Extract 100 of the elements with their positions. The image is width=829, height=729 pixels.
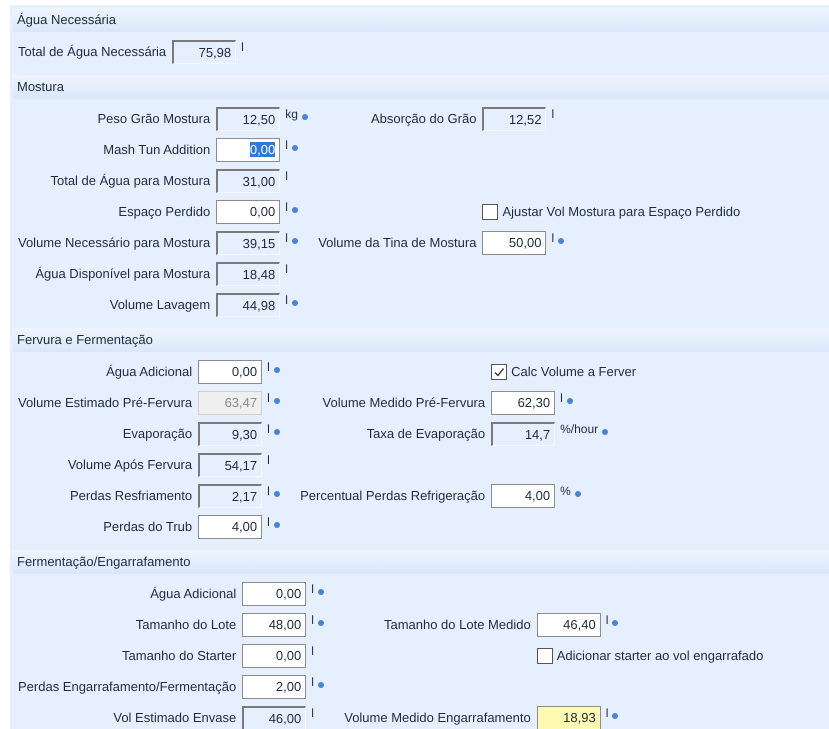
info-icon[interactable]: [318, 682, 324, 688]
section-header: Mostura: [13, 75, 829, 99]
info-icon[interactable]: [566, 398, 573, 404]
info-icon[interactable]: [274, 398, 280, 404]
input-field[interactable]: 12,52: [482, 106, 546, 130]
input-field[interactable]: 0,00: [242, 644, 306, 668]
field-label: Volume da Tina de Mostura: [318, 235, 476, 250]
unit-label: l: [267, 484, 270, 498]
input-field[interactable]: 44,98: [216, 292, 280, 316]
input-field[interactable]: 62,30: [491, 390, 556, 414]
unit-label: l: [311, 644, 314, 658]
field-label: Percentual Perdas Refrigeração: [300, 488, 486, 503]
info-icon[interactable]: [318, 589, 324, 595]
field-label: Tamanho do Starter: [122, 648, 236, 663]
section-header: Fervura e Fermentação: [13, 328, 829, 352]
field-label: Taxa de Evaporação: [366, 426, 486, 441]
field-label: Perdas Engarrafamento/Fermentação: [18, 679, 236, 694]
input-field[interactable]: 18,93: [536, 706, 601, 729]
info-icon[interactable]: [318, 620, 324, 626]
checkmark-icon: [493, 366, 506, 378]
unit-label: l: [285, 200, 288, 214]
input-field[interactable]: 0,00: [216, 138, 280, 162]
info-icon[interactable]: [274, 491, 280, 497]
checkbox[interactable]: [482, 204, 498, 220]
field-label: Vol Estimado Envase: [113, 710, 236, 725]
input-field[interactable]: 14,7: [491, 422, 556, 446]
input-field[interactable]: 46,40: [536, 612, 601, 636]
input-field[interactable]: 39,15: [216, 230, 280, 254]
field-label: Volume Necessário para Mostura: [18, 235, 210, 250]
info-icon[interactable]: [274, 522, 280, 528]
info-icon[interactable]: [574, 491, 581, 497]
field-label: Volume Estimado Pré-Fervura: [18, 395, 192, 410]
unit-label: l: [551, 231, 554, 245]
field-label: Volume Lavagem: [110, 297, 210, 312]
checkbox[interactable]: [491, 364, 508, 380]
field-label: Água Adicional: [150, 586, 236, 601]
unit-label: l: [311, 706, 314, 720]
info-icon[interactable]: [558, 238, 564, 244]
info-icon[interactable]: [274, 429, 280, 435]
field-label: Total de Água para Mostura: [50, 173, 210, 188]
unit-label: l: [285, 138, 288, 152]
field-label: Tamanho do Lote: [136, 617, 236, 632]
info-icon[interactable]: [602, 429, 608, 435]
field-label: Volume Após Fervura: [68, 457, 192, 472]
input-field[interactable]: 2,17: [198, 484, 262, 508]
input-field[interactable]: 54,17: [198, 452, 262, 476]
unit-label: l: [267, 515, 270, 529]
input-field[interactable]: 9,30: [198, 422, 262, 446]
unit-label: l: [285, 231, 288, 245]
field-label: Tamanho do Lote Medido: [384, 617, 531, 632]
unit-label: l: [311, 675, 314, 689]
input-field[interactable]: 50,00: [482, 230, 546, 254]
input-field: 63,47: [198, 390, 262, 414]
checkbox[interactable]: [536, 648, 553, 664]
input-field[interactable]: 48,00: [242, 612, 306, 636]
info-icon[interactable]: [292, 207, 298, 213]
input-field[interactable]: 4,00: [198, 514, 262, 538]
info-icon[interactable]: [292, 145, 298, 151]
field-label: Mash Tun Addition: [103, 142, 210, 157]
unit-label: l: [606, 706, 608, 720]
unit-label: l: [285, 169, 288, 183]
field-label: Água Disponível para Mostura: [35, 266, 210, 281]
input-field[interactable]: 2,00: [242, 674, 306, 698]
field-label: Volume Medido Pré-Fervura: [322, 395, 486, 410]
checkbox-label: Adicionar starter ao vol engarrafado: [556, 648, 764, 663]
input-field[interactable]: 12,50: [216, 106, 280, 130]
unit-label: l: [267, 453, 270, 467]
input-field[interactable]: 18,48: [216, 262, 280, 286]
input-field[interactable]: 46,00: [242, 706, 306, 729]
info-icon[interactable]: [274, 367, 280, 373]
unit-label: l: [285, 293, 288, 307]
info-icon[interactable]: [302, 114, 308, 120]
input-field[interactable]: 75,98: [172, 40, 236, 64]
checkbox-label: Ajustar Vol Mostura para Espaço Perdido: [502, 204, 740, 219]
input-field[interactable]: 0,00: [198, 360, 262, 384]
input-field[interactable]: 0,00: [216, 200, 280, 224]
field-label: Perdas Resfriamento: [70, 488, 192, 503]
field-label: Volume Medido Engarrafamento: [344, 710, 531, 725]
info-icon[interactable]: [292, 238, 298, 244]
field-label: Absorção do Grão: [370, 111, 476, 126]
unit-label: l: [311, 613, 314, 627]
input-field[interactable]: 0,00: [242, 582, 306, 606]
unit-label: l: [285, 262, 288, 276]
info-icon[interactable]: [292, 300, 298, 306]
info-icon[interactable]: [612, 620, 618, 626]
field-label: Espaço Perdido: [118, 204, 210, 219]
section-header: Fermentação/Engarrafamento: [13, 550, 829, 574]
unit-label: l: [551, 107, 554, 121]
unit-label: l: [560, 391, 563, 405]
unit-label: l: [267, 391, 270, 405]
input-field[interactable]: 4,00: [491, 484, 556, 508]
unit-label: l: [241, 40, 244, 54]
field-label: Perdas do Trub: [103, 519, 192, 534]
unit-label: %/hour: [560, 422, 598, 436]
unit-label: l: [267, 422, 270, 436]
info-icon[interactable]: [612, 713, 618, 719]
unit-label: l: [267, 360, 270, 374]
field-label: Água Adicional: [106, 364, 192, 379]
input-field[interactable]: 31,00: [216, 168, 280, 192]
unit-label: kg: [285, 107, 298, 121]
